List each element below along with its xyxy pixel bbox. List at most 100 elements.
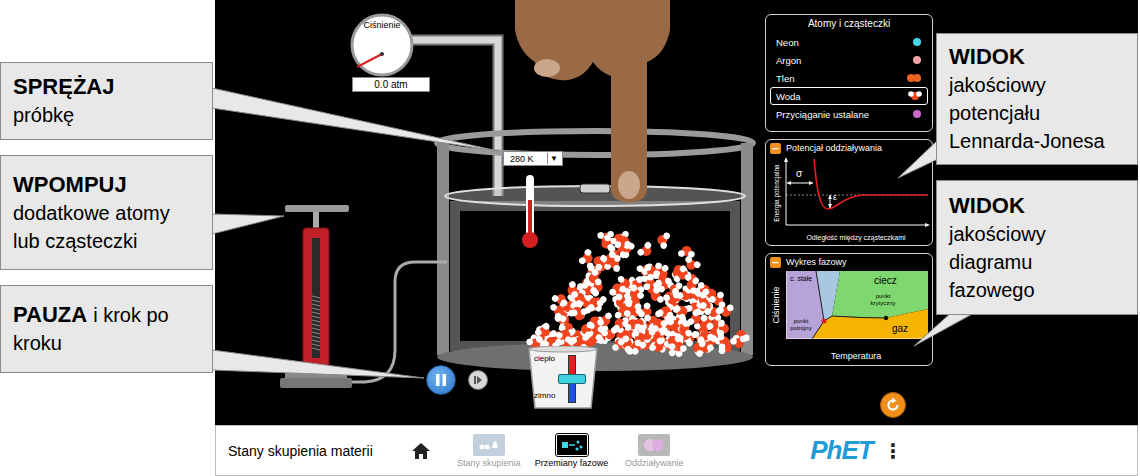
callout-text: Lennarda-Jonesa: [949, 127, 1105, 155]
menu-button[interactable]: ⋮: [879, 439, 907, 463]
water-molecule: [648, 286, 665, 306]
water-molecule: [578, 248, 597, 268]
callout: WPOMPUJdodatkowe atomylub cząsteczki: [0, 155, 213, 270]
container-frame: [455, 206, 735, 346]
gauge-needle: [357, 54, 382, 67]
screen-tab[interactable]: Oddziaływanie: [616, 434, 692, 468]
water-molecule: [624, 319, 641, 331]
callout-line: jakościowy: [949, 71, 1125, 99]
molecule-icon: [906, 73, 922, 83]
collapse-button[interactable]: −: [770, 257, 781, 268]
screen-tab-icon: [638, 434, 670, 456]
screen-tab-label: Oddziaływanie: [625, 458, 684, 468]
atom-icon: [912, 55, 922, 65]
reset-button[interactable]: [880, 392, 906, 418]
callout-line: PAUZAi krok po: [13, 301, 200, 329]
pause-button[interactable]: [426, 365, 456, 395]
callout: WIDOKjakościowypotencjałuLennarda-Jonesa: [936, 33, 1138, 165]
temperature-select[interactable]: 280 K▼: [503, 151, 563, 166]
atom-icon: [912, 37, 922, 47]
atom-option[interactable]: Woda: [770, 87, 928, 105]
callout-text: WIDOK: [949, 43, 1025, 71]
atom-option[interactable]: Przyciąganie ustalane: [770, 105, 928, 123]
callout-pointer: [914, 312, 976, 346]
pump-hose: [347, 262, 447, 382]
callout-line: diagramu: [949, 248, 1125, 276]
callout-text: diagramu: [949, 248, 1032, 276]
callout-line: lub cząsteczki: [13, 227, 200, 255]
water-molecule: [599, 250, 619, 268]
solid-label: c. stałe: [790, 275, 812, 283]
water-molecule: [614, 236, 631, 248]
water-molecule: [555, 327, 575, 344]
water-molecule: [662, 291, 681, 306]
phase-change-icon: [560, 438, 584, 452]
container-wall: [741, 143, 753, 355]
potential-panel: −Potencjał oddziaływania Energia potencja…: [765, 139, 933, 246]
phet-logo[interactable]: PhET: [810, 435, 872, 466]
panel-title: Potencjał oddziaływania: [786, 142, 882, 155]
callout-text: WPOMPUJ: [13, 171, 127, 199]
y-axis-label: Energia potencjalna: [773, 164, 780, 221]
water-molecule: [730, 335, 749, 350]
water-molecule: [673, 302, 691, 322]
callout-pointer: [212, 214, 284, 234]
pressure-reading: 0.0 atm: [352, 77, 430, 92]
states-icon: [477, 438, 501, 452]
hot-label: ciepło: [534, 354, 555, 363]
home-button[interactable]: [411, 441, 431, 461]
molecules: [526, 230, 750, 358]
screen-tab-icon: [556, 434, 588, 456]
water-molecule: [655, 231, 671, 250]
water-molecule: [678, 245, 695, 257]
water-molecule: [696, 313, 715, 333]
water-molecule: [664, 331, 683, 351]
collapse-button[interactable]: −: [770, 143, 781, 154]
left-callouts: SPRĘŻAJpróbkęWPOMPUJdodatkowe atomylub c…: [0, 0, 215, 476]
screen-tab-label: Przemiany fazowe: [535, 458, 609, 468]
atom-option[interactable]: Neon: [770, 33, 928, 51]
callout-text: dodatkowe atomy: [13, 199, 170, 227]
lid-handle[interactable]: [580, 184, 610, 193]
water-molecule: [570, 308, 588, 321]
navigation-bar: Stany skupienia materiiStany skupieniaPr…: [215, 425, 1138, 476]
container-rim: [437, 131, 753, 155]
panel-title: Wykres fazowy: [786, 256, 846, 269]
x-axis-label: Odległość między cząsteczkami: [784, 234, 928, 241]
pump-icon[interactable]: [280, 205, 352, 388]
callout-line: jakościowy: [949, 220, 1125, 248]
water-molecule: [648, 336, 668, 355]
callout-text: kroku: [13, 329, 62, 357]
step-button[interactable]: [468, 370, 488, 390]
potential-curve: [784, 157, 930, 229]
water-molecule: [717, 304, 736, 319]
callout-line: SPRĘŻAJ: [13, 73, 200, 101]
screen-tab[interactable]: Stany skupienia: [451, 434, 527, 468]
callout-text: i krok po: [93, 301, 169, 329]
callout-text: SPRĘŻAJ: [13, 73, 114, 101]
callout-line: fazowego: [949, 276, 1125, 304]
water-molecule-icon: [906, 91, 922, 101]
atom-option[interactable]: Tlen: [770, 69, 928, 87]
water-molecule: [619, 299, 633, 317]
critical-point-label: punkt krytyczny: [866, 293, 900, 306]
atom-option[interactable]: Argon: [770, 51, 928, 69]
pause-icon: [435, 373, 447, 387]
water-molecule: [652, 264, 672, 282]
dropdown-arrow[interactable]: ▼: [547, 153, 560, 164]
water-molecule: [585, 295, 605, 312]
heater-slider[interactable]: [558, 374, 586, 384]
atoms-panel: Atomy i cząsteczkiNeonArgonTlenWodaPrzyc…: [765, 14, 933, 132]
water-molecule: [685, 276, 700, 295]
screen-tab[interactable]: Przemiany fazowe: [533, 434, 611, 468]
finger-icon[interactable]: [515, 0, 670, 202]
water-molecule: [665, 332, 684, 352]
y-axis-label: Ciśnienie: [771, 286, 781, 323]
water-molecule: [585, 314, 605, 330]
callout: WIDOKjakościowydiagramufazowego: [936, 180, 1138, 315]
water-molecule: [590, 252, 608, 272]
callout-pointer: [212, 350, 424, 378]
x-axis-label: Temperatura: [784, 351, 928, 361]
app: SPRĘŻAJpróbkęWPOMPUJdodatkowe atomylub c…: [0, 0, 1140, 476]
water-molecule: [696, 329, 715, 344]
